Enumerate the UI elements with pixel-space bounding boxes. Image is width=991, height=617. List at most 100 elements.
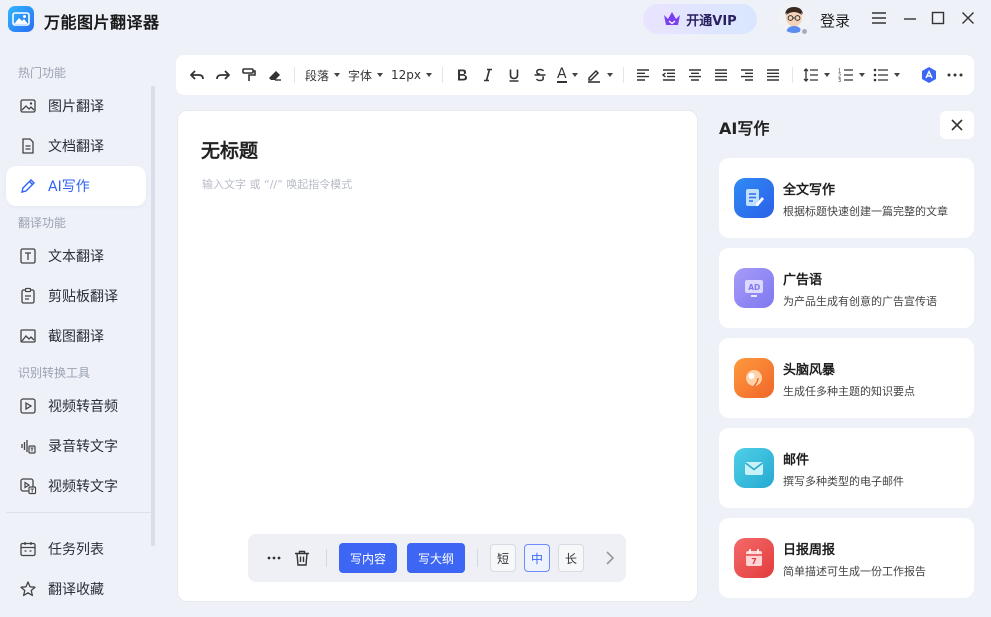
toolbar-divider [294,67,295,83]
video-text-icon [18,476,38,496]
write-outline-button[interactable]: 写大纲 [407,543,465,573]
sidebar-item-video-to-text[interactable]: 视频转文字 [6,466,146,506]
more-actions-icon[interactable] [262,546,286,570]
svg-text:AD: AD [748,283,760,292]
card-title: 邮件 [783,449,809,468]
section-title-translate: 翻译功能 [18,214,66,231]
image-icon [18,96,38,116]
calendar-icon [18,539,38,559]
action-bar-divider [477,549,478,567]
length-long-button[interactable]: 长 [558,544,584,572]
card-title: 日报周报 [783,539,835,558]
card-daily-report[interactable]: 7 日报周报 简单描述可生成一份工作报告 [719,518,974,598]
editor-placeholder[interactable]: 输入文字 或 “//” 唤起指令模式 [202,176,352,192]
svg-text:7: 7 [751,557,757,566]
close-panel-icon[interactable] [940,111,974,139]
sidebar-item-doc-translate[interactable]: 文档翻译 [6,126,146,166]
length-medium-button[interactable]: 中 [524,544,550,572]
line-height-dropdown[interactable] [799,61,834,89]
card-desc: 简单描述可生成一份工作报告 [783,563,926,579]
font-size-dropdown[interactable]: 12px [387,61,436,89]
sidebar-item-label: 截图翻译 [48,326,104,346]
paragraph-dropdown[interactable]: 段落 [301,61,344,89]
card-desc: 生成任多种主题的知识要点 [783,383,915,399]
sidebar-item-label: 录音转文字 [48,436,118,456]
write-content-button[interactable]: 写内容 [339,543,397,573]
ordered-list-icon: 123 [838,68,854,82]
bullet-list-icon [873,68,889,82]
sidebar-item-text-translate[interactable]: 文本翻译 [6,236,146,276]
document-title[interactable]: 无标题 [201,136,258,163]
crown-icon [663,11,681,27]
align-center-icon[interactable] [682,61,708,89]
bold-icon[interactable] [449,61,475,89]
card-slogan[interactable]: AD 广告语 为产品生成有创意的广告宣传语 [719,248,974,328]
align-right-icon[interactable] [734,61,760,89]
toolbar-divider [792,67,793,83]
sidebar-item-ai-writing[interactable]: AI写作 [6,166,146,206]
login-link[interactable]: 登录 [820,10,850,31]
close-window-icon[interactable] [958,8,978,28]
sidebar-item-video-to-audio[interactable]: 视频转音频 [6,386,146,426]
section-title-hot: 热门功能 [18,64,66,81]
more-options-icon[interactable] [942,61,968,89]
sidebar-item-favorites[interactable]: 翻译收藏 [6,569,146,609]
sidebar-item-clipboard-translate[interactable]: 剪贴板翻译 [6,276,146,316]
chevron-right-icon[interactable] [598,546,622,570]
bullet-list-dropdown[interactable] [869,61,904,89]
screenshot-icon [18,326,38,346]
redo-icon[interactable] [210,61,236,89]
line-height-icon [803,68,819,82]
clipboard-icon [18,286,38,306]
action-bar-divider [326,549,327,567]
align-left-icon[interactable] [630,61,656,89]
strikethrough-icon[interactable] [527,61,553,89]
title-bar: 万能图片翻译器 开通VIP 登录 [0,0,991,40]
card-desc: 撰写多种类型的电子邮件 [783,473,904,489]
maximize-icon[interactable] [928,8,948,28]
sidebar-item-screenshot-translate[interactable]: 截图翻译 [6,316,146,356]
font-size-label: 12px [391,68,421,82]
highlight-dropdown[interactable] [582,61,617,89]
card-desc: 为产品生成有创意的广告宣传语 [783,293,937,309]
report-calendar-icon: 7 [734,538,774,578]
minimize-icon[interactable] [900,8,920,28]
sidebar-divider [6,512,152,513]
menu-icon[interactable] [869,8,889,28]
paragraph-label: 段落 [305,67,329,84]
svg-text:3: 3 [838,78,841,82]
card-email[interactable]: 邮件 撰写多种类型的电子邮件 [719,428,974,508]
sidebar-item-audio-to-text[interactable]: 录音转文字 [6,426,146,466]
sidebar-item-task-list[interactable]: 任务列表 [6,529,146,569]
email-icon [734,448,774,488]
sidebar-scrollbar[interactable] [151,86,155,546]
ordered-list-dropdown[interactable]: 123 [834,61,869,89]
length-short-button[interactable]: 短 [490,544,516,572]
card-title: 头脑风暴 [783,359,835,378]
open-vip-button[interactable]: 开通VIP [643,4,757,34]
editor-area[interactable]: 无标题 输入文字 或 “//” 唤起指令模式 写内容 写大纲 短 中 长 [177,110,698,602]
sidebar-item-label: AI写作 [48,176,90,196]
sidebar-item-image-translate[interactable]: 图片翻译 [6,86,146,126]
card-brainstorm[interactable]: 头脑风暴 生成任多种主题的知识要点 [719,338,974,418]
eraser-icon[interactable] [262,61,288,89]
format-painter-icon[interactable] [236,61,262,89]
font-dropdown[interactable]: 字体 [344,61,387,89]
underline-icon[interactable] [501,61,527,89]
vip-label: 开通VIP [686,10,736,29]
article-icon [734,178,774,218]
undo-icon[interactable] [184,61,210,89]
font-label: 字体 [348,67,372,84]
editor-toolbar: 段落 字体 12px A 123 [176,55,974,95]
trash-icon[interactable] [290,546,314,570]
distribute-icon[interactable] [760,61,786,89]
sidebar-item-label: 视频转文字 [48,476,118,496]
outdent-icon[interactable] [656,61,682,89]
font-color-dropdown[interactable]: A [553,61,582,89]
toolbar-divider [623,67,624,83]
italic-icon[interactable] [475,61,501,89]
card-full-article[interactable]: 全文写作 根据标题快速创建一篇完整的文章 [719,158,974,238]
align-justify-icon[interactable] [708,61,734,89]
ai-assistant-icon[interactable] [916,61,942,89]
text-icon [18,246,38,266]
